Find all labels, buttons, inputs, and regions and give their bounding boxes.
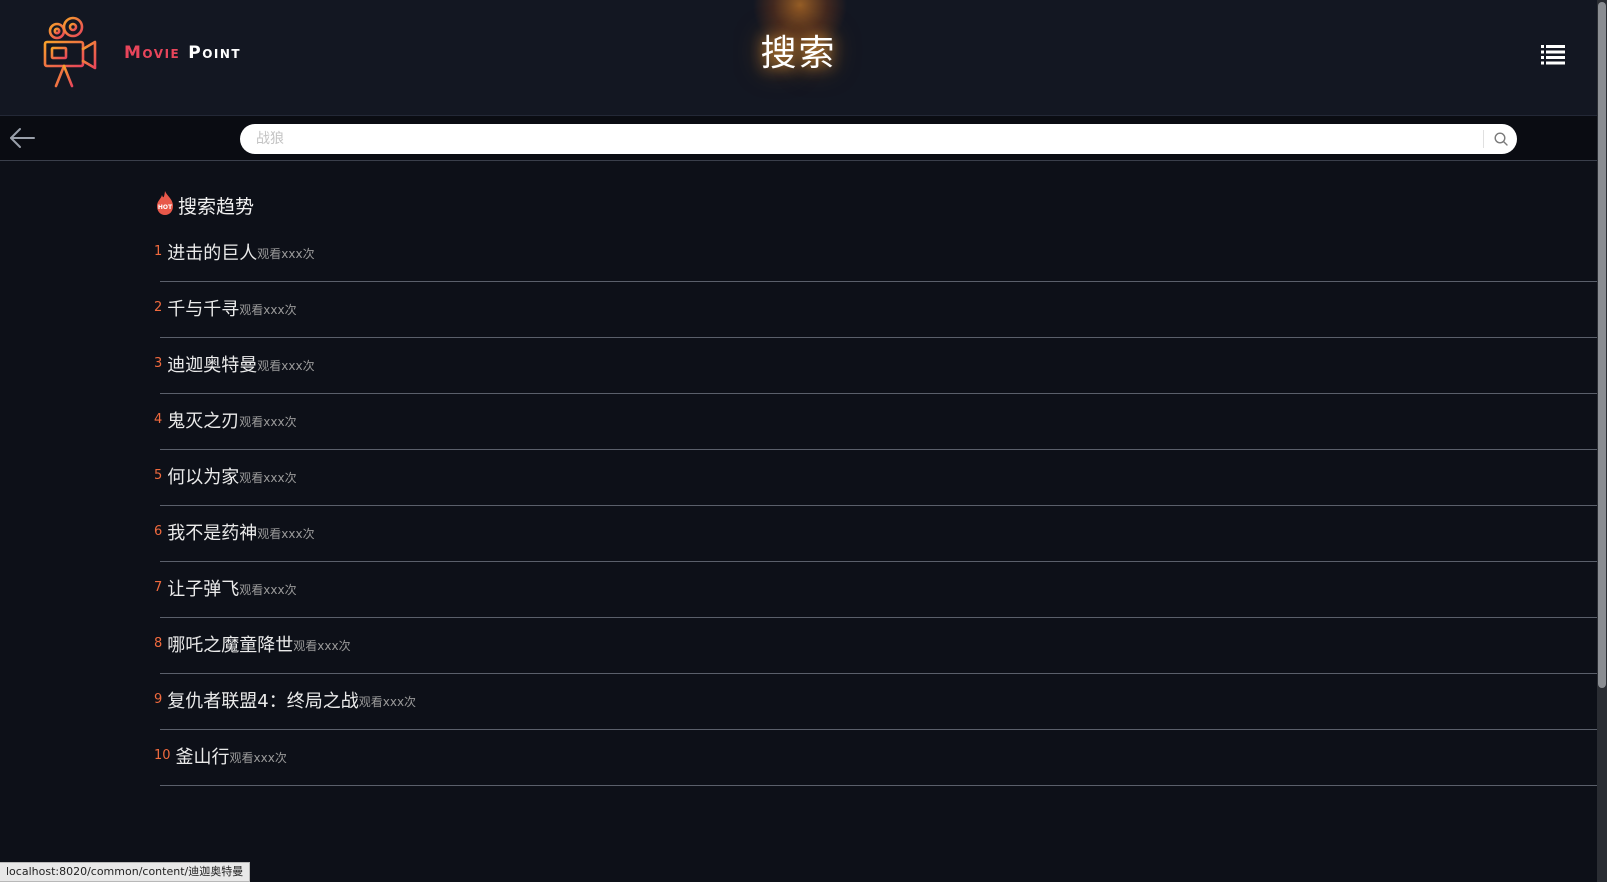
trend-movie-title[interactable]: 何以为家	[167, 463, 239, 489]
page-title: 搜索	[760, 33, 837, 74]
trend-item[interactable]: 2 千与千寻 观看xxx次	[154, 292, 1597, 348]
menu-button[interactable]	[1541, 44, 1565, 66]
trend-view-count: 观看xxx次	[239, 415, 297, 429]
trend-movie-title[interactable]: 鬼灭之刃	[167, 407, 239, 433]
trend-rank: 4	[154, 412, 163, 427]
trend-item[interactable]: 6 我不是药神 观看xxx次	[154, 516, 1597, 572]
trend-rank: 10	[154, 748, 171, 763]
search-submit-button[interactable]	[1493, 131, 1509, 147]
search-bar-row	[0, 116, 1597, 161]
trend-view-count: 观看xxx次	[293, 639, 351, 653]
trend-view-count: 观看xxx次	[239, 471, 297, 485]
trend-rank: 7	[154, 580, 163, 595]
trend-title: 搜索趋势	[178, 195, 255, 218]
trend-movie-title[interactable]: 复仇者联盟4：终局之战	[167, 687, 358, 713]
trend-rank: 8	[154, 636, 163, 651]
trend-movie-title[interactable]: 让子弹飞	[167, 575, 239, 601]
magnifier-icon	[1493, 132, 1509, 151]
trend-rank: 6	[154, 524, 163, 539]
trend-item[interactable]: 5 何以为家 观看xxx次	[154, 460, 1597, 516]
trend-rank: 5	[154, 468, 163, 483]
trend-item[interactable]: 3 迪迦奥特曼 观看xxx次	[154, 348, 1597, 404]
hot-badge-text: HOT	[158, 204, 173, 211]
trend-rank: 1	[154, 244, 163, 259]
trend-view-count: 观看xxx次	[257, 527, 315, 541]
trend-view-count: 观看xxx次	[239, 583, 297, 597]
hot-flame-icon: HOT	[154, 190, 176, 220]
trend-item[interactable]: 9 复仇者联盟4：终局之战 观看xxx次	[154, 684, 1597, 740]
trend-movie-title[interactable]: 迪迦奥特曼	[167, 351, 257, 377]
scrollbar-thumb[interactable]	[1598, 2, 1606, 688]
trend-rank: 3	[154, 356, 163, 371]
browser-status-url: localhost:8020/common/content/迪迦奥特曼	[0, 862, 251, 882]
trend-movie-title[interactable]: 釜山行	[176, 743, 230, 769]
trend-item[interactable]: 8 哪吒之魔童降世 观看xxx次	[154, 628, 1597, 684]
top-header: Movie Point 搜索	[0, 0, 1597, 116]
trend-item[interactable]: 4 鬼灭之刃 观看xxx次	[154, 404, 1597, 460]
vertical-scrollbar[interactable]	[1597, 0, 1607, 882]
trend-rank: 9	[154, 692, 163, 707]
trend-view-count: 观看xxx次	[358, 695, 417, 709]
trend-list: 1 进击的巨人 观看xxx次 2 千与千寻 观看xxx次 3 迪迦奥特曼 观看x…	[154, 236, 1597, 796]
trend-item[interactable]: 10 釜山行 观看xxx次	[154, 740, 1597, 796]
arrow-left-icon	[8, 128, 36, 156]
trend-movie-title[interactable]: 千与千寻	[167, 295, 239, 321]
trend-movie-title[interactable]: 进击的巨人	[167, 239, 257, 265]
search-divider	[1483, 130, 1484, 148]
trend-item[interactable]: 7 让子弹飞 观看xxx次	[154, 572, 1597, 628]
trend-view-count: 观看xxx次	[239, 303, 297, 317]
search-box	[240, 124, 1517, 154]
list-menu-icon	[1541, 45, 1565, 70]
trend-movie-title[interactable]: 哪吒之魔童降世	[167, 631, 293, 657]
back-button[interactable]	[8, 124, 36, 152]
trend-view-count: 观看xxx次	[257, 247, 315, 261]
trend-view-count: 观看xxx次	[229, 751, 287, 765]
trend-movie-title[interactable]: 我不是药神	[167, 519, 257, 545]
trend-rank: 2	[154, 300, 163, 315]
trend-item[interactable]: 1 进击的巨人 观看xxx次	[154, 236, 1597, 292]
search-input[interactable]	[254, 124, 1469, 154]
page: Movie Point 搜索 战狼 HOT 搜索趋势 1 进击的巨人 观看xxx…	[0, 0, 1607, 882]
trend-view-count: 观看xxx次	[257, 359, 315, 373]
trend-header: HOT 搜索趋势	[154, 190, 254, 220]
